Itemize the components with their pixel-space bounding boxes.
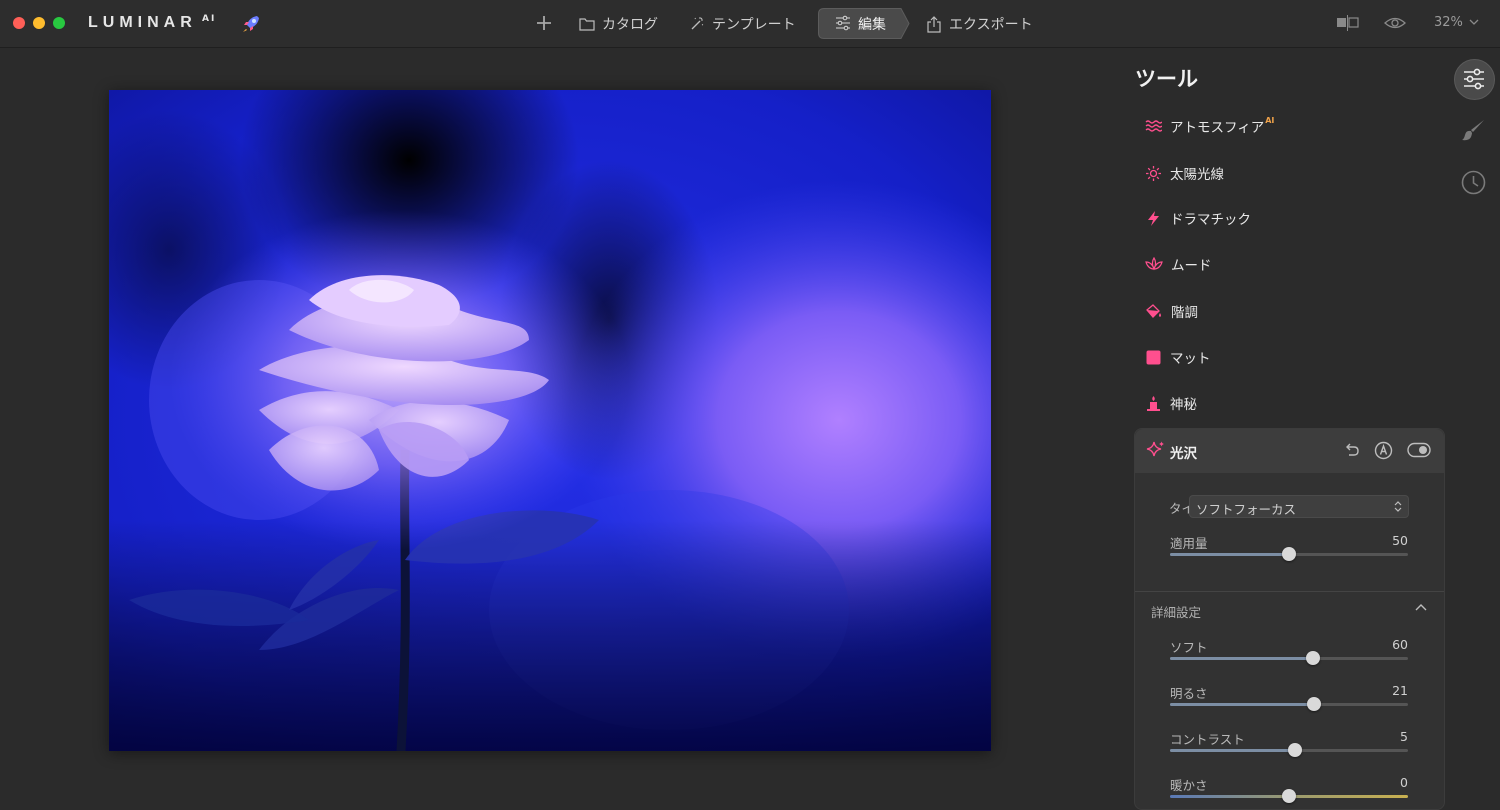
chevron-up-icon[interactable] (1415, 603, 1427, 612)
folder-icon (579, 18, 595, 31)
sparkle-icon (1146, 441, 1164, 457)
share-icon (927, 15, 941, 33)
tool-atmosphere-label: アトモスフィア (1170, 120, 1265, 136)
compare-icon[interactable] (1336, 14, 1360, 32)
tab-edit-label: 編集 (858, 17, 886, 33)
lightning-icon (1148, 210, 1159, 226)
soft-value: 60 (1392, 637, 1408, 652)
warmth-slider[interactable] (1170, 789, 1408, 803)
contrast-slider[interactable] (1170, 743, 1408, 757)
advanced-settings-label[interactable]: 詳細設定 (1151, 602, 1201, 621)
sun-icon (1146, 165, 1161, 181)
amount-value: 50 (1392, 533, 1408, 548)
eye-icon[interactable] (1384, 14, 1406, 32)
tab-templates[interactable]: テンプレート (689, 9, 796, 39)
amount-slider[interactable] (1170, 547, 1408, 561)
tool-dramatic[interactable]: ドラマチック (1145, 206, 1251, 230)
toggle-visibility-icon[interactable] (1407, 442, 1431, 458)
contrast-label: コントラスト (1170, 732, 1245, 747)
tool-mystic[interactable]: 神秘 (1145, 391, 1197, 415)
app-logo: LUMINAR (88, 14, 197, 31)
tool-mood[interactable]: ムード (1145, 252, 1212, 276)
contrast-slider-fill (1170, 749, 1295, 752)
type-select-value: ソフトフォーカス (1196, 502, 1297, 517)
tab-export-label: エクスポート (949, 17, 1033, 33)
zoom-window-button[interactable] (53, 17, 65, 29)
adjustments-icon (1464, 68, 1484, 90)
lotus-icon (1145, 256, 1163, 271)
soft-slider-handle[interactable] (1305, 651, 1320, 665)
photo-preview[interactable] (109, 90, 991, 751)
close-window-button[interactable] (13, 17, 25, 29)
square-icon (1146, 350, 1161, 364)
tool-matte[interactable]: マット (1145, 345, 1211, 369)
tool-mood-label: ムード (1171, 258, 1212, 274)
tool-dramatic-label: ドラマチック (1170, 212, 1251, 228)
app-logo-sup: AI (202, 14, 217, 24)
candle-icon (1147, 395, 1160, 411)
tool-sunrays[interactable]: 太陽光線 (1145, 161, 1224, 185)
warmth-value: 0 (1400, 775, 1408, 790)
add-icon[interactable] (532, 11, 556, 35)
tool-sunrays-label: 太陽光線 (1170, 167, 1224, 183)
sliders-icon (836, 15, 850, 31)
brightness-value: 21 (1392, 683, 1408, 698)
soft-label: ソフト (1170, 640, 1208, 655)
tool-matte-label: マット (1170, 351, 1211, 367)
tool-mystic-label: 神秘 (1170, 397, 1197, 413)
tab-catalog-label: カタログ (602, 17, 658, 33)
chevron-updown-icon (1394, 501, 1402, 512)
paint-bucket-icon (1146, 303, 1161, 318)
rose-photo-image (109, 90, 991, 751)
rocket-icon[interactable] (239, 12, 263, 36)
tab-export[interactable]: エクスポート (926, 9, 1033, 39)
type-select[interactable]: ソフトフォーカス (1189, 495, 1409, 518)
section-divider (1135, 591, 1444, 592)
warmth-label: 暖かさ (1170, 778, 1208, 793)
tool-tone-label: 階調 (1171, 305, 1198, 321)
ai-badge: AI (1265, 115, 1275, 125)
reset-icon[interactable] (1343, 441, 1361, 459)
auto-adjust-icon[interactable] (1374, 441, 1393, 460)
contrast-slider-handle[interactable] (1287, 743, 1302, 757)
amount-label: 適用量 (1170, 536, 1208, 551)
history-icon[interactable] (1460, 169, 1487, 196)
amount-slider-handle[interactable] (1282, 547, 1296, 561)
tab-catalog[interactable]: カタログ (579, 9, 658, 39)
contrast-value: 5 (1400, 729, 1408, 744)
brightness-slider-handle[interactable] (1306, 697, 1321, 711)
panel-title: ツール (1135, 67, 1198, 91)
brush-icon[interactable] (1461, 117, 1487, 143)
chevron-down-icon[interactable] (1469, 18, 1479, 26)
soft-slider-fill (1170, 657, 1313, 660)
brightness-slider[interactable] (1170, 697, 1408, 711)
tool-atmosphere[interactable]: アトモスフィア AI (1145, 114, 1274, 138)
waves-icon (1145, 120, 1162, 132)
tool-card-title: 光沢 (1170, 446, 1197, 462)
tab-templates-label: テンプレート (712, 17, 796, 33)
tool-card-header[interactable]: 光沢 (1135, 429, 1444, 473)
zoom-level[interactable]: 32% (1434, 15, 1463, 30)
title-bar: LUMINAR AI カタログ テンプレート 編集 エクスポート 32% (0, 0, 1500, 48)
brightness-label: 明るさ (1170, 686, 1208, 701)
brightness-slider-fill (1170, 703, 1314, 706)
tool-card-glow: 光沢 タイプ: ソフトフォーカス 適用量 50 詳細設定 ソフト 60 (1134, 428, 1445, 810)
minimize-window-button[interactable] (33, 17, 45, 29)
warmth-slider-handle[interactable] (1282, 789, 1296, 803)
magic-wand-icon (691, 17, 704, 30)
tool-tone[interactable]: 階調 (1145, 299, 1198, 323)
soft-slider[interactable] (1170, 651, 1408, 665)
amount-slider-fill (1170, 553, 1289, 556)
